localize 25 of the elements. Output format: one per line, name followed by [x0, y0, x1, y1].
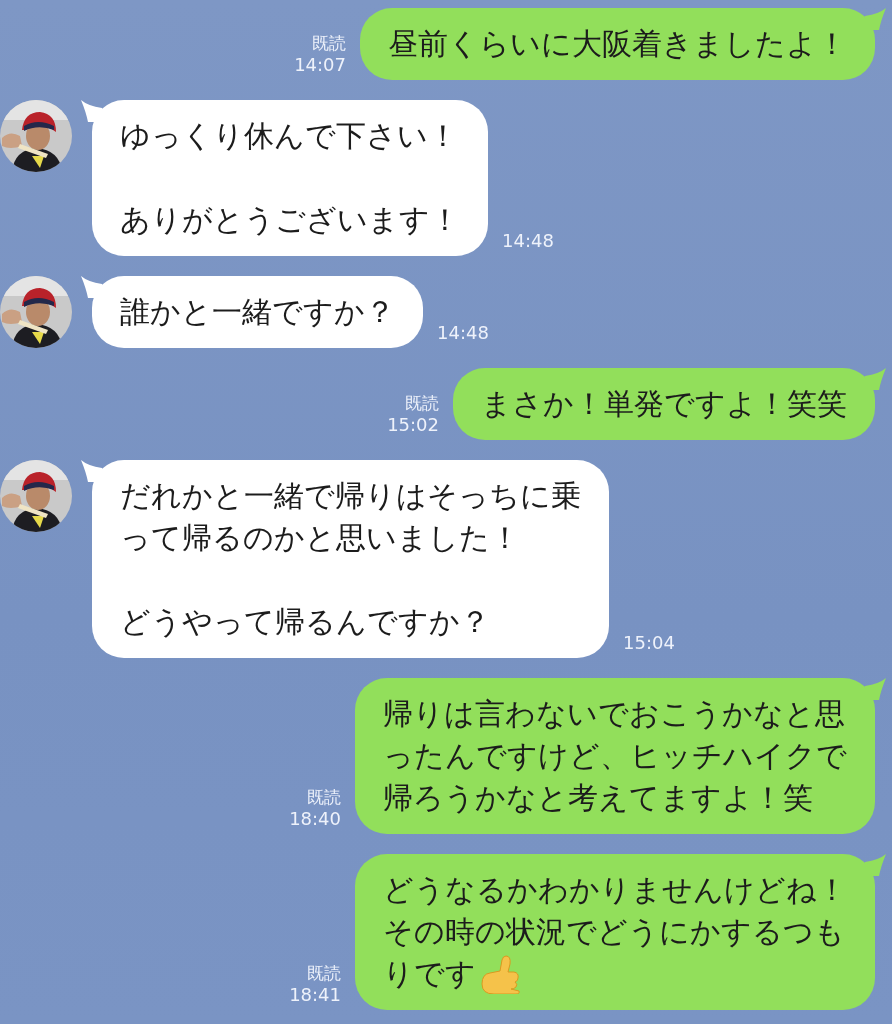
message-text: 誰かと一緒ですか？	[120, 293, 395, 331]
message-text: ゆっくり休んで下さい！	[120, 117, 458, 155]
message-text: りです	[383, 955, 476, 993]
message-text: 昼前くらいに大阪着きましたよ！	[388, 25, 847, 63]
message-time: 15:02	[387, 414, 439, 436]
message-time: 14:48	[437, 322, 489, 344]
message-time: 14:48	[502, 230, 554, 252]
message-text: ったんですけど、ヒッチハイクで	[383, 737, 847, 775]
read-receipt: 既読	[307, 962, 341, 984]
message-text: どうやって帰るんですか？	[120, 603, 490, 641]
message-text: その時の状況でどうにかするつも	[383, 913, 845, 951]
message-text: ありがとうございます！	[120, 201, 460, 239]
message-text: まさか！単発ですよ！笑笑	[481, 385, 847, 423]
message-time: 15:04	[623, 632, 675, 654]
message-text: 帰りは言わないでおこうかなと思	[383, 695, 845, 733]
read-receipt: 既読	[312, 32, 346, 54]
message-text: どうなるかわかりませんけどね！	[383, 871, 847, 909]
message-text: って帰るのかと思いました！	[120, 519, 520, 557]
message-time: 14:07	[294, 54, 346, 76]
message-text: だれかと一緒で帰りはそっちに乗	[120, 477, 581, 515]
message-time: 18:41	[289, 984, 341, 1006]
read-receipt: 既読	[405, 392, 439, 414]
message-time: 18:40	[289, 808, 341, 830]
read-receipt: 既読	[307, 786, 341, 808]
message-text: 帰ろうかなと考えてますよ！笑	[383, 779, 813, 817]
